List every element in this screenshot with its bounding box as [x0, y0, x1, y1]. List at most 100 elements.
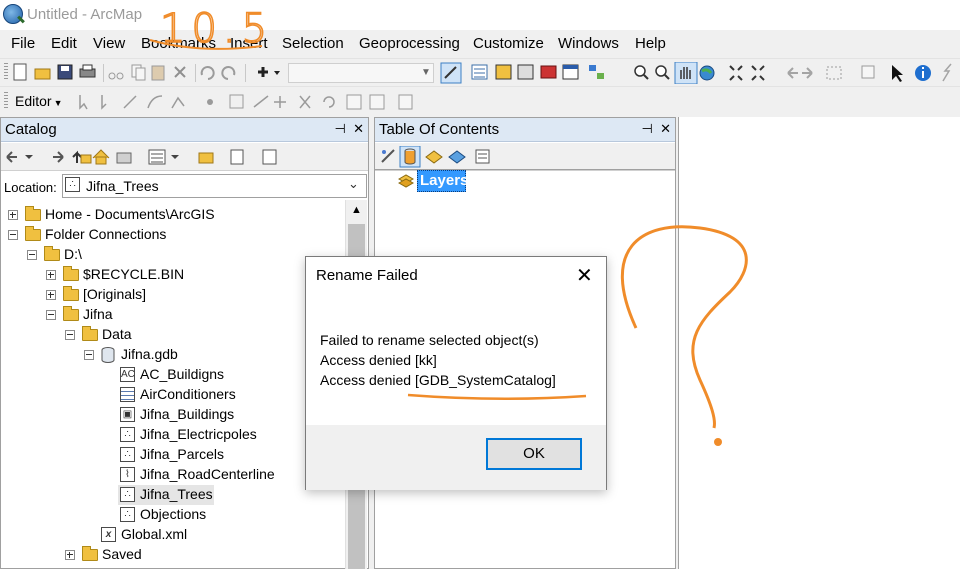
scroll-up-icon[interactable]: ▲ — [351, 204, 362, 216]
tree-item-label: AirConditioners — [140, 386, 236, 402]
editor-toolbar-icon — [440, 62, 462, 84]
point-icon — [207, 99, 213, 105]
edit-vertices-icon — [229, 94, 244, 109]
arcmap-app-icon[interactable] — [3, 4, 23, 24]
dialog-message-line: Failed to rename selected object(s) — [320, 332, 539, 348]
new-document-icon — [13, 63, 27, 81]
folder-icon — [63, 266, 79, 281]
zoom-in-icon — [634, 65, 649, 80]
folder-open-icon — [44, 246, 60, 261]
end-point-arc-icon — [147, 95, 163, 109]
new-folder-icon — [198, 152, 214, 164]
close-icon[interactable]: ✕ — [660, 121, 671, 136]
toc-toolbar — [375, 143, 675, 171]
toolbar-separator — [103, 64, 104, 82]
close-icon[interactable]: ✕ — [353, 121, 364, 136]
forward-arrow-icon — [53, 151, 64, 163]
redo-icon — [221, 66, 236, 80]
menu-windows[interactable]: Windows — [558, 35, 619, 52]
chevron-down-icon[interactable]: ▼ — [418, 63, 434, 83]
tree-item-label: D:\ — [64, 246, 82, 262]
dialog-message-line: Access denied [GDB_SystemCatalog] — [320, 372, 556, 388]
dropdown-arrow-icon: ▼ — [53, 98, 63, 108]
folder-open-icon — [63, 306, 79, 321]
close-icon[interactable]: ✕ — [576, 263, 593, 288]
folder-connection-icon — [25, 226, 41, 241]
menu-selection[interactable]: Selection — [282, 35, 344, 52]
clear-selection-icon — [861, 65, 875, 79]
polygon-class-icon: ▣ — [120, 407, 135, 422]
map-scale-combobox[interactable] — [288, 63, 434, 83]
undo-icon — [200, 66, 215, 80]
catalog-toolbar — [1, 143, 368, 171]
pin-icon[interactable]: ⊣ — [642, 121, 653, 136]
tree-item-label: Jifna_Parcels — [140, 446, 225, 462]
point-class-icon: ∴ — [65, 177, 80, 192]
rename-failed-dialog: Rename Failed ✕ Failed to rename selecte… — [305, 256, 607, 490]
list-by-drawing-order-icon — [381, 149, 395, 163]
menu-help[interactable]: Help — [635, 35, 666, 52]
toolbar-separator — [245, 64, 246, 82]
catalog-tree: Home - Documents\ArcGIS Folder Connectio… — [0, 205, 345, 569]
connect-to-folder-icon — [116, 152, 132, 164]
map-view[interactable] — [678, 117, 960, 569]
catalog-title: Catalog — [5, 121, 57, 138]
pan-hand-icon — [674, 62, 698, 84]
geodatabase-icon — [101, 347, 115, 363]
editor-menu-button[interactable]: Editor ▼ — [15, 93, 63, 109]
tree-item-label: $RECYCLE.BIN — [83, 266, 185, 282]
toolbar-separator — [195, 64, 196, 82]
point-class-icon: ∴ — [120, 487, 135, 502]
toc-header: Table Of Contents ⊣ ✕ — [375, 118, 675, 142]
tree-item-label: Jifna_RoadCenterline — [140, 466, 275, 482]
create-features-icon — [398, 94, 413, 110]
rotate-icon — [323, 96, 335, 108]
chevron-down-icon[interactable]: ⌄ — [348, 176, 359, 192]
delete-icon — [174, 66, 186, 78]
pin-icon[interactable]: ⊣ — [335, 121, 346, 136]
split-icon — [299, 95, 311, 109]
menu-file[interactable]: File — [11, 35, 35, 52]
list-by-visibility-icon — [425, 150, 443, 164]
point-class-icon: ∴ — [120, 507, 135, 522]
toggle-contents-panel-icon — [148, 149, 179, 165]
zoom-out-icon — [655, 65, 670, 80]
menu-edit[interactable]: Edit — [51, 35, 77, 52]
model-builder-icon — [589, 65, 604, 79]
trace-icon — [171, 96, 185, 109]
toc-options-icon — [475, 149, 490, 164]
menu-geoprocessing[interactable]: Geoprocessing — [359, 35, 460, 52]
toolbar-grip[interactable] — [4, 63, 8, 81]
location-value: Jifna_Trees — [86, 178, 159, 194]
table-icon — [120, 387, 135, 402]
menu-bookmarks[interactable]: Bookmarks — [141, 35, 216, 52]
search-window-icon — [517, 64, 534, 80]
folder-icon — [63, 286, 79, 301]
cut-icon — [108, 72, 124, 80]
title-bar — [0, 0, 960, 30]
toolbar-grip[interactable] — [4, 92, 8, 110]
identify-icon — [915, 65, 931, 81]
layers-icon — [398, 174, 414, 188]
tree-item-jifna-trees[interactable]: ∴ Jifna_Trees — [118, 485, 214, 505]
select-elements-arrow-icon — [892, 65, 903, 82]
save-icon — [57, 64, 73, 80]
location-label: Location: — [4, 180, 57, 195]
toc-title: Table Of Contents — [379, 121, 500, 138]
menu-view[interactable]: View — [93, 35, 125, 52]
arctoolbox-icon — [540, 65, 557, 79]
home-icon — [92, 149, 110, 165]
tree-item-label: Home - Documents\ArcGIS — [45, 206, 215, 222]
edit-annotation-icon — [101, 95, 107, 110]
line-class-icon: ⌇ — [120, 467, 135, 482]
menu-insert[interactable]: Insert — [230, 35, 268, 52]
point-class-icon: ∴ — [120, 427, 135, 442]
tree-item-label: Folder Connections — [45, 226, 167, 242]
menu-customize[interactable]: Customize — [473, 35, 544, 52]
tree-item-label: Jifna_Electricpoles — [140, 426, 257, 442]
select-features-icon — [826, 66, 842, 80]
home-folder-icon — [25, 206, 41, 221]
fixed-zoom-in-icon — [729, 65, 743, 81]
ok-button[interactable]: OK — [486, 438, 582, 470]
tree-item-label: AC_Buildigns — [140, 366, 225, 382]
